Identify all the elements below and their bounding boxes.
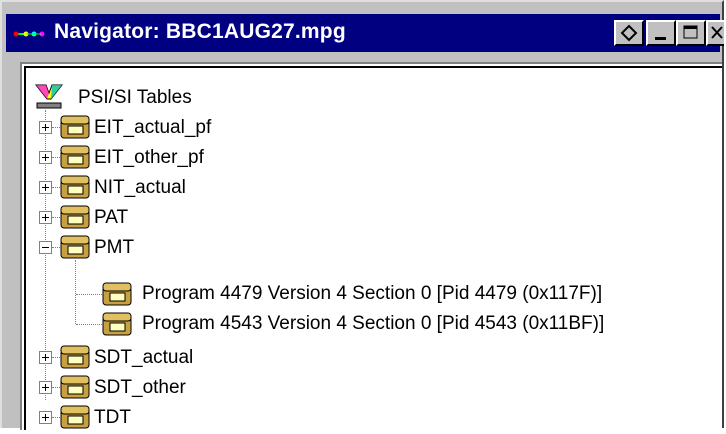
tree-item-eit-other-pf[interactable]: EIT_other_pf bbox=[94, 142, 204, 174]
tree-root-label: PSI/SI Tables bbox=[78, 87, 192, 108]
table-folder-icon bbox=[60, 175, 90, 199]
tree-item-tdt[interactable]: TDT bbox=[94, 402, 131, 434]
tree-view-canvas: PSI/SI Tables EIT_actual_pf EIT_other_pf… bbox=[24, 66, 722, 430]
tree-item-eit-actual-pf[interactable]: EIT_actual_pf bbox=[94, 112, 211, 144]
tree-item-program-4543[interactable]: Program 4543 Version 4 Section 0 [Pid 45… bbox=[142, 308, 604, 340]
tree-item-sdt-other[interactable]: SDT_other bbox=[94, 372, 186, 404]
psi-si-root-icon bbox=[34, 84, 64, 109]
tree-item-program-4479[interactable]: Program 4479 Version 4 Section 0 [Pid 44… bbox=[142, 278, 602, 310]
window-title: Navigator: BBC1AUG27.mpg bbox=[54, 20, 346, 43]
expand-toggle[interactable] bbox=[39, 151, 52, 164]
navigator-window: Navigator: BBC1AUG27.mpg PSI/SI Tables E… bbox=[0, 0, 724, 430]
table-folder-icon bbox=[60, 235, 90, 259]
tree-root[interactable]: PSI/SI Tables bbox=[34, 82, 192, 114]
tree-item-label: PAT bbox=[94, 207, 129, 228]
minimize-button[interactable] bbox=[646, 20, 676, 46]
tree-line-horizontal bbox=[52, 127, 60, 128]
tree-line-horizontal bbox=[52, 357, 60, 358]
expand-toggle[interactable] bbox=[39, 211, 52, 224]
expand-toggle[interactable] bbox=[39, 351, 52, 364]
collapse-toggle[interactable] bbox=[39, 241, 52, 254]
tree-item-label: EIT_other_pf bbox=[94, 147, 204, 168]
tree-line-horizontal bbox=[52, 417, 60, 418]
maximize-button[interactable] bbox=[676, 20, 706, 46]
navigator-app-icon bbox=[13, 31, 45, 37]
tree-line-horizontal bbox=[52, 247, 60, 248]
tree-line-horizontal bbox=[76, 294, 102, 295]
minimize-icon bbox=[655, 37, 666, 40]
tree-item-pat[interactable]: PAT bbox=[94, 202, 128, 234]
tree-item-nit-actual[interactable]: NIT_actual bbox=[94, 172, 186, 204]
tree-item-label: PMT bbox=[94, 237, 135, 258]
tree-item-label: SDT_actual bbox=[94, 347, 194, 368]
restore-button[interactable] bbox=[614, 20, 644, 46]
tree-line-horizontal bbox=[52, 187, 60, 188]
expand-toggle[interactable] bbox=[39, 411, 52, 424]
tree-item-label: Program 4543 Version 4 Section 0 [Pid 45… bbox=[142, 313, 605, 334]
table-folder-icon bbox=[60, 375, 90, 399]
expand-toggle[interactable] bbox=[39, 381, 52, 394]
table-folder-icon bbox=[60, 205, 90, 229]
diamond-icon bbox=[620, 24, 638, 42]
table-section-icon bbox=[102, 312, 132, 336]
tree-item-pmt[interactable]: PMT bbox=[94, 232, 134, 264]
table-section-icon bbox=[102, 282, 132, 306]
table-folder-icon bbox=[60, 145, 90, 169]
tree-line-horizontal bbox=[52, 387, 60, 388]
tree-line-horizontal bbox=[52, 217, 60, 218]
maximize-icon bbox=[683, 25, 698, 39]
close-icon bbox=[711, 26, 723, 39]
tree-item-label: NIT_actual bbox=[94, 177, 186, 198]
close-button[interactable] bbox=[706, 20, 724, 46]
tree-item-label: TDT bbox=[94, 407, 131, 428]
tree-view[interactable]: PSI/SI Tables EIT_actual_pf EIT_other_pf… bbox=[20, 62, 722, 430]
tree-line-horizontal bbox=[76, 324, 102, 325]
table-folder-icon bbox=[60, 405, 90, 429]
tree-item-label: EIT_actual_pf bbox=[94, 117, 212, 138]
tree-item-label: Program 4479 Version 4 Section 0 [Pid 44… bbox=[142, 283, 603, 304]
table-folder-icon bbox=[60, 115, 90, 139]
tree-line-horizontal bbox=[52, 157, 60, 158]
expand-toggle[interactable] bbox=[39, 181, 52, 194]
tree-item-label: SDT_other bbox=[94, 377, 186, 398]
tree-line-vertical-pmt bbox=[75, 260, 76, 324]
table-folder-icon bbox=[60, 345, 90, 369]
title-bar[interactable]: Navigator: BBC1AUG27.mpg bbox=[6, 14, 724, 52]
tree-item-sdt-actual[interactable]: SDT_actual bbox=[94, 342, 193, 374]
expand-toggle[interactable] bbox=[39, 121, 52, 134]
